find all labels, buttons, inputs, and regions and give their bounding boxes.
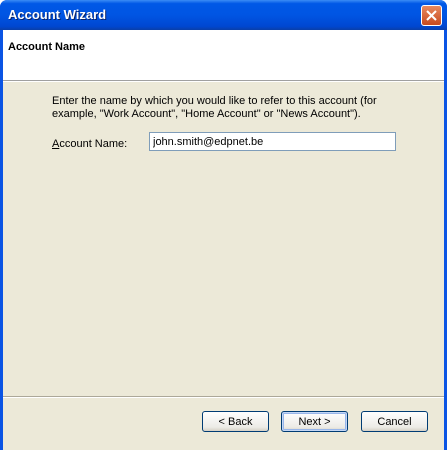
title-bar[interactable]: Account Wizard [0,0,447,30]
wizard-header: Account Name [3,30,444,81]
account-wizard-window: Account Wizard Account Name Enter the na… [0,0,447,450]
cancel-button[interactable]: Cancel [361,411,428,432]
back-button[interactable]: < Back [202,411,269,432]
account-name-input[interactable] [149,132,396,151]
header-divider [3,81,444,82]
close-button[interactable] [421,5,442,26]
close-icon [426,10,437,21]
button-separator [3,396,444,398]
next-button[interactable]: Next > [281,411,348,432]
page-title: Account Name [8,41,86,53]
description-text: Enter the name by which you would like t… [52,95,377,120]
account-name-label-text: ccount Name: [59,138,128,150]
wizard-body: Account Name Enter the name by which you… [3,30,444,450]
account-name-label: Account Name: [52,138,127,150]
window-title: Account Wizard [8,7,107,22]
